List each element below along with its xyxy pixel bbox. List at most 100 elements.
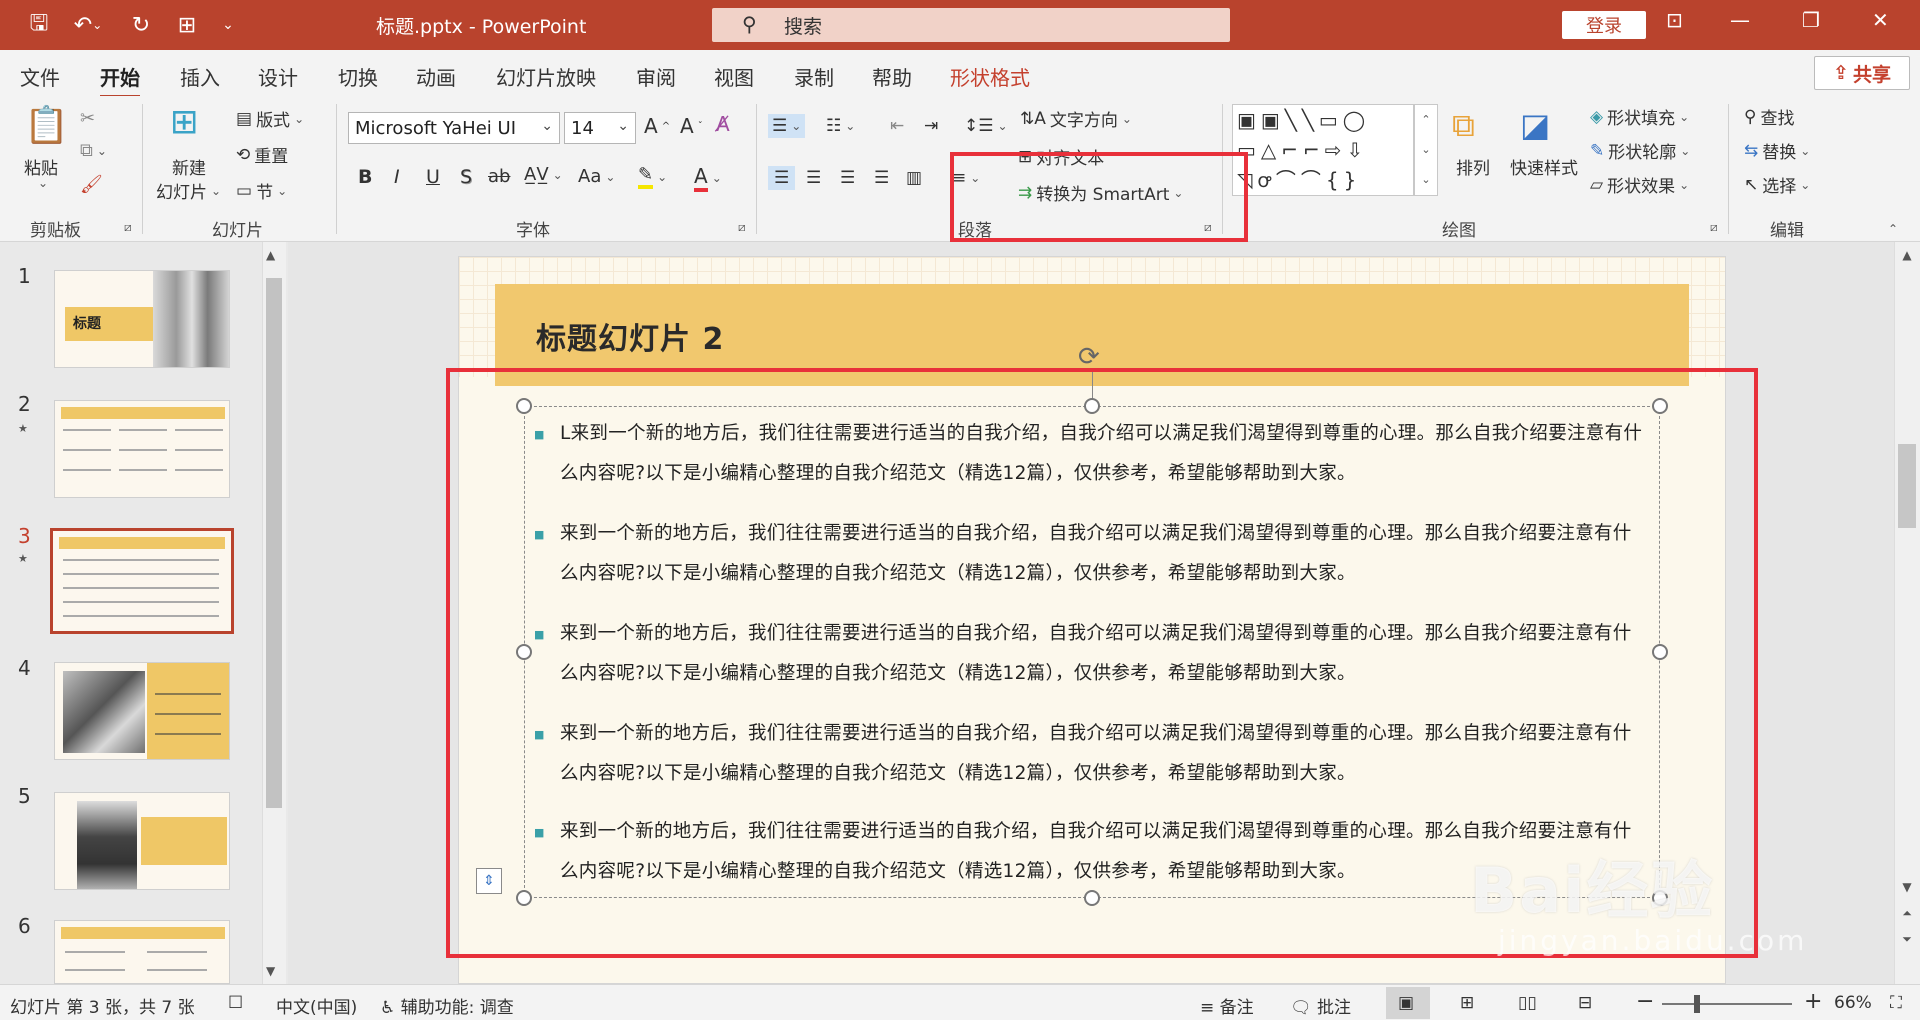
zoom-slider-thumb[interactable] xyxy=(1694,995,1700,1013)
bold-button[interactable]: B xyxy=(358,166,372,188)
text-direction-button[interactable]: ⇅A 文字方向 ⌄ xyxy=(1020,106,1132,132)
customize-quick-access-icon[interactable]: ⌄ xyxy=(216,9,240,41)
search-box[interactable]: ⚲ 搜索 xyxy=(712,8,1230,42)
find-button[interactable]: ⚲ 查找 xyxy=(1744,104,1794,130)
save-icon[interactable]: 🖫 xyxy=(24,9,54,41)
clear-formatting-icon[interactable]: A̸ xyxy=(716,112,730,136)
collapse-ribbon-icon[interactable]: ⌃ xyxy=(1888,222,1898,236)
new-slide-icon[interactable]: ⊞ xyxy=(170,102,199,142)
select-button[interactable]: ↖ 选择 ⌄ xyxy=(1744,172,1810,198)
change-case-button[interactable]: Aa ⌄ xyxy=(578,166,615,187)
tab-review[interactable]: 审阅 xyxy=(636,62,676,91)
font-size-combo[interactable]: 14 ⌄ xyxy=(564,112,636,144)
shape-outline-button[interactable]: ✎ 形状轮廓 ⌄ xyxy=(1590,138,1690,164)
new-slide-label-2[interactable]: 幻灯片 ⌄ xyxy=(156,178,221,203)
copy-icon[interactable]: ⧉ ⌄ xyxy=(80,140,107,161)
accessibility-status[interactable]: ♿ 辅助功能: 调查 xyxy=(380,993,514,1018)
character-spacing-icon[interactable]: A̲V̲ ⌄ xyxy=(524,164,563,185)
vertical-scroll-thumb[interactable] xyxy=(1898,444,1916,528)
slide-title[interactable]: 标题幻灯片 2 xyxy=(536,314,724,358)
format-painter-icon[interactable]: 🖌 xyxy=(80,174,103,195)
tab-help[interactable]: 帮助 xyxy=(872,62,912,91)
cut-icon[interactable]: ✂ xyxy=(80,108,95,129)
vertical-scrollbar[interactable] xyxy=(1894,242,1920,984)
text-shadow-button[interactable]: S xyxy=(460,166,472,188)
tab-shape-format[interactable]: 形状格式 xyxy=(950,62,1030,91)
justify-icon[interactable]: ☰ xyxy=(874,168,889,188)
zoom-in-icon[interactable]: + xyxy=(1804,989,1822,1014)
thumbnail-slide-1[interactable]: 标题 xyxy=(54,270,230,368)
spelling-icon[interactable]: ☐ xyxy=(228,993,243,1013)
layout-button[interactable]: ▤ 版式 ⌄ xyxy=(236,106,304,132)
font-color-icon[interactable]: A ⌄ xyxy=(694,164,722,192)
section-button[interactable]: ▭ 节 ⌄ xyxy=(236,178,287,204)
drawing-launcher-icon[interactable]: ⧄ xyxy=(1710,220,1718,235)
columns-icon[interactable]: ▥ xyxy=(906,168,922,188)
present-icon[interactable]: ⊞ xyxy=(172,9,202,41)
line-spacing-icon[interactable]: ↕☰ ⌄ xyxy=(964,116,1008,136)
numbering-icon[interactable]: ☷ ⌄ xyxy=(826,116,855,136)
comments-button[interactable]: 🗨 批注 xyxy=(1290,993,1351,1018)
tab-slideshow[interactable]: 幻灯片放映 xyxy=(496,62,596,91)
underline-button[interactable]: U xyxy=(426,166,440,188)
thumbnail-slide-3[interactable] xyxy=(50,528,234,634)
thumbnail-slide-6[interactable] xyxy=(54,920,230,984)
fit-to-window-icon[interactable]: ⛶ xyxy=(1890,993,1902,1013)
thumbnail-slide-2[interactable] xyxy=(54,400,230,498)
align-left-icon[interactable]: ☰ xyxy=(768,166,796,190)
zoom-slider[interactable] xyxy=(1662,1003,1792,1005)
reset-button[interactable]: ⟲ 重置 xyxy=(236,142,288,168)
font-launcher-icon[interactable]: ⧄ xyxy=(738,220,746,235)
thumbnail-slide-5[interactable] xyxy=(54,792,230,890)
reading-view-icon[interactable]: ▯▯ xyxy=(1518,993,1537,1013)
new-slide-label[interactable]: 新建 xyxy=(172,154,206,179)
tab-design[interactable]: 设计 xyxy=(258,62,298,91)
font-name-combo[interactable]: Microsoft YaHei UI ⌄ xyxy=(348,112,560,144)
shape-effects-button[interactable]: ▱ 形状效果 ⌄ xyxy=(1590,172,1689,198)
notes-button[interactable]: ≡ 备注 xyxy=(1200,993,1254,1018)
replace-button[interactable]: ⇆ 替换 ⌄ xyxy=(1744,138,1810,164)
undo-icon[interactable]: ↶ ⌄ xyxy=(70,9,106,41)
minimize-icon[interactable]: — xyxy=(1730,8,1750,32)
align-center-icon[interactable]: ☰ xyxy=(806,168,821,188)
login-button[interactable]: 登录 xyxy=(1562,11,1646,39)
clipboard-launcher-icon[interactable]: ⧄ xyxy=(124,220,132,235)
ribbon-display-options-icon[interactable]: ⊡ xyxy=(1666,8,1683,32)
bullets-icon[interactable]: ☰ ⌄ xyxy=(768,114,806,138)
zoom-level[interactable]: 66% xyxy=(1834,993,1872,1013)
paste-dropdown-icon[interactable]: ⌄ xyxy=(38,176,48,190)
italic-button[interactable]: I xyxy=(394,166,400,188)
quick-styles-button[interactable]: 快速样式 xyxy=(1510,154,1578,179)
strikethrough-button[interactable]: ab xyxy=(488,166,510,187)
scroll-up-icon[interactable]: ▲ xyxy=(1896,248,1918,262)
decrease-indent-icon[interactable]: ⇤ xyxy=(890,116,904,136)
align-right-icon[interactable]: ☰ xyxy=(840,168,855,188)
tab-animations[interactable]: 动画 xyxy=(416,62,456,91)
quick-styles-icon[interactable]: ◪ xyxy=(1520,106,1550,144)
highlight-icon[interactable]: ✎ ⌄ xyxy=(638,164,667,189)
scroll-down-icon[interactable]: ▼ xyxy=(1896,880,1918,894)
tab-view[interactable]: 视图 xyxy=(714,62,754,91)
tab-insert[interactable]: 插入 xyxy=(180,62,220,91)
decrease-font-icon[interactable]: Aˇ xyxy=(680,114,703,138)
shapes-gallery-scroll[interactable]: ⌃ ⌄ ⌄ xyxy=(1414,104,1438,196)
close-icon[interactable]: ✕ xyxy=(1872,8,1889,32)
arrange-button[interactable]: 排列 xyxy=(1456,154,1490,179)
language-status[interactable]: 中文(中国) xyxy=(276,993,357,1018)
previous-slide-icon[interactable]: ⏶ xyxy=(1896,906,1918,921)
tab-file[interactable]: 文件 xyxy=(20,62,60,91)
thumbnail-slide-4[interactable] xyxy=(54,662,230,760)
shape-fill-button[interactable]: ◈ 形状填充 ⌄ xyxy=(1590,104,1689,130)
tab-home[interactable]: 开始 xyxy=(100,62,140,99)
zoom-out-icon[interactable]: − xyxy=(1636,989,1654,1014)
slide-sorter-icon[interactable]: ⊞ xyxy=(1460,993,1474,1013)
next-slide-icon[interactable]: ⏷ xyxy=(1896,932,1918,947)
tab-record[interactable]: 录制 xyxy=(794,62,834,91)
normal-view-icon[interactable]: ▣ xyxy=(1398,993,1414,1013)
scroll-up-icon[interactable]: ▲ xyxy=(266,248,275,262)
shapes-gallery[interactable]: ▣▣╲╲▭◯ ▭△⌐⌐⇨⇩ ◹ꝍ⌒⌒{} xyxy=(1232,104,1414,196)
scroll-down-icon[interactable]: ▼ xyxy=(266,964,275,978)
slideshow-view-icon[interactable]: ⊟ xyxy=(1578,993,1592,1013)
increase-indent-icon[interactable]: ⇥ xyxy=(924,116,938,136)
redo-icon[interactable]: ↻ xyxy=(126,9,156,41)
